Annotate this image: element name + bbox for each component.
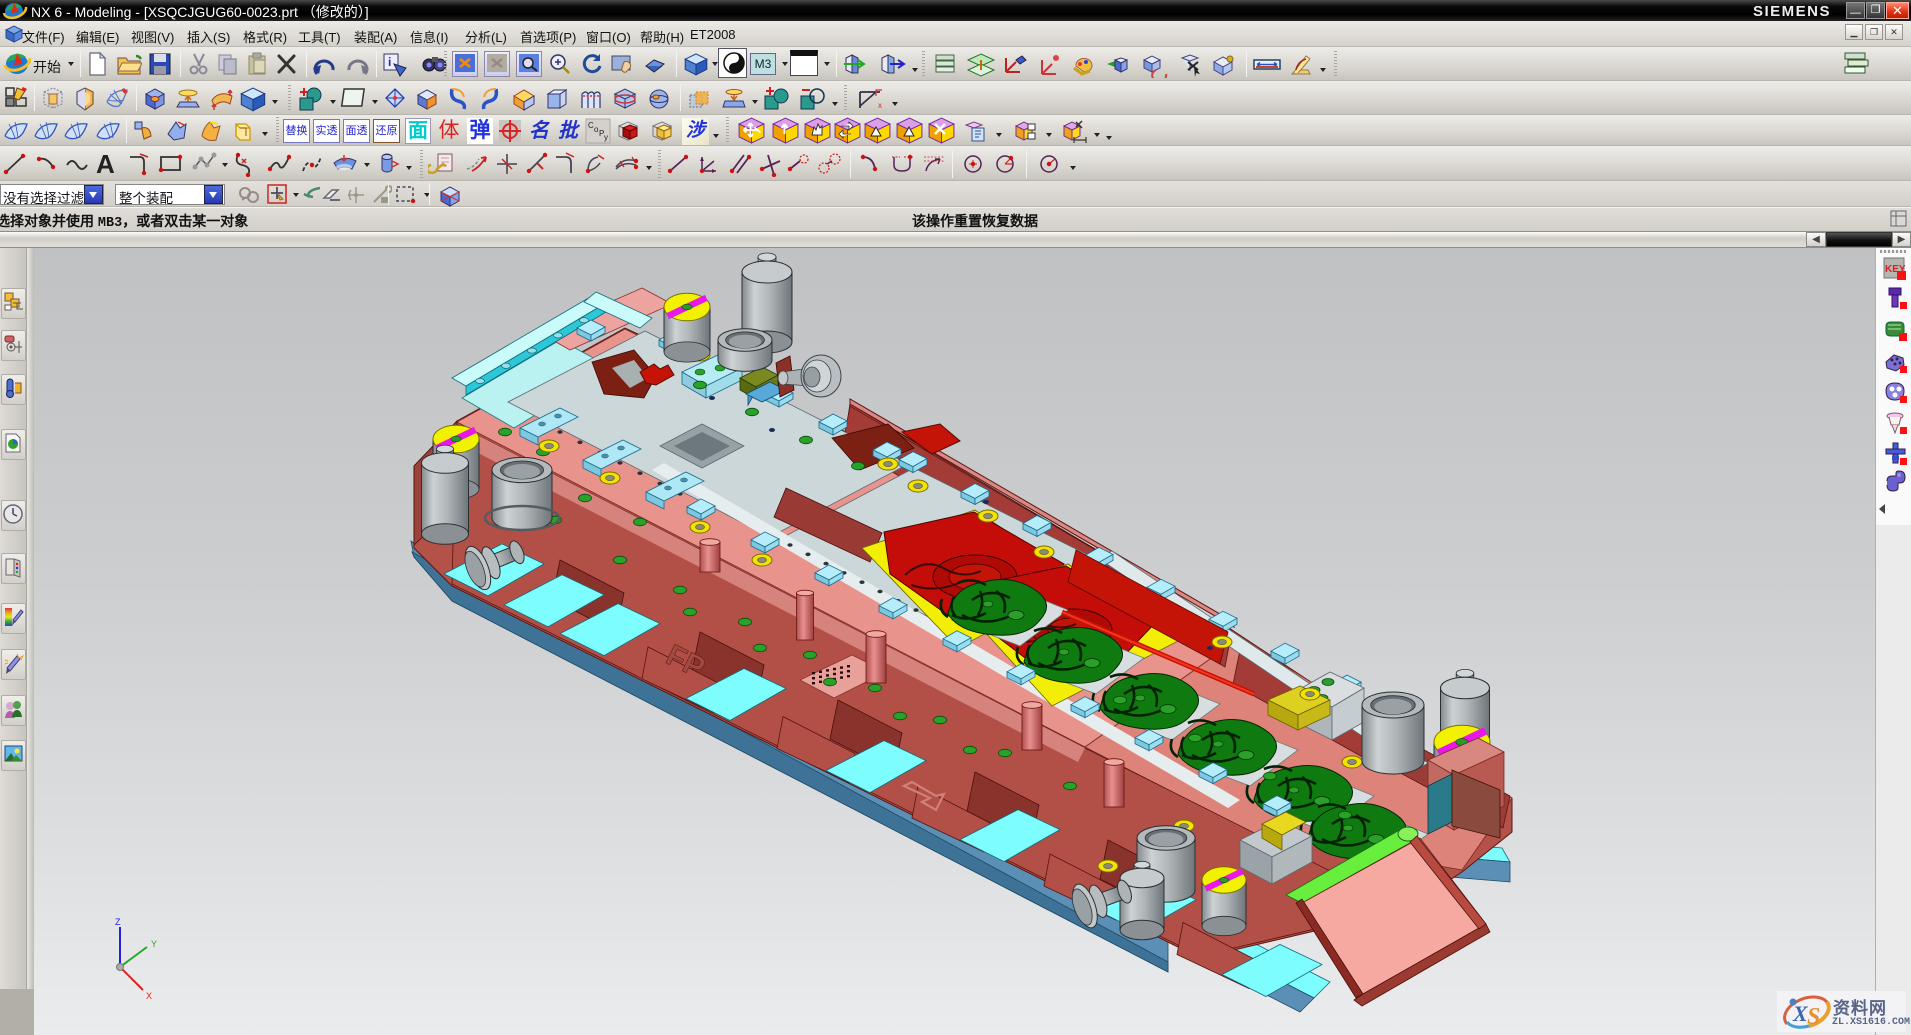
svg-text:y: y <box>604 133 608 142</box>
svg-text:X: X <box>146 991 152 1001</box>
svg-text:i: i <box>388 55 391 69</box>
svg-text:Z: Z <box>115 917 121 927</box>
svg-text:Y: Y <box>151 939 157 949</box>
svg-text:S: S <box>1807 1004 1820 1030</box>
svg-text:x: x <box>878 101 882 110</box>
